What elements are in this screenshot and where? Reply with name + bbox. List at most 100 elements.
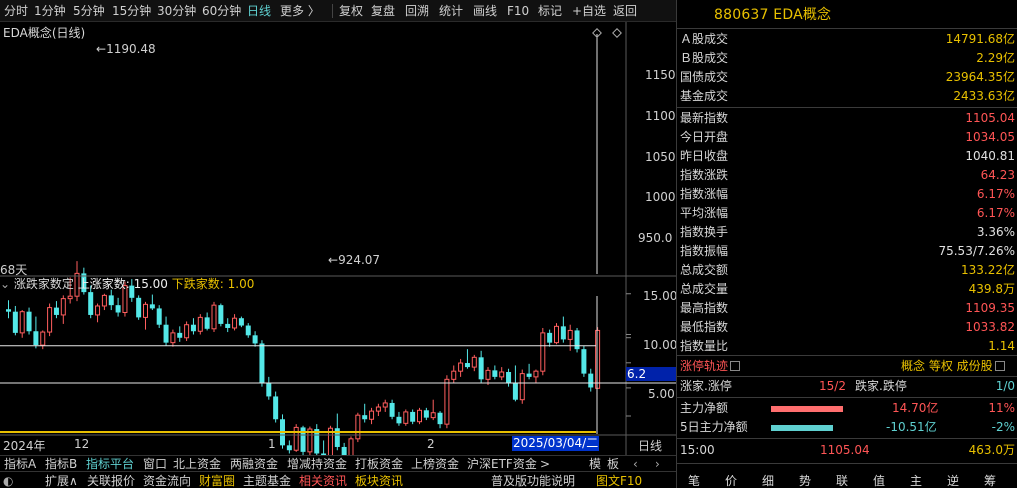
kline-chart[interactable]: [0, 22, 676, 455]
candle-body: [547, 332, 553, 343]
high-marker: ←1190.48: [96, 42, 156, 56]
candle-body: [53, 307, 59, 315]
candle-body: [506, 371, 512, 384]
x-label-feb: 2: [427, 437, 435, 451]
indicator-current-tag: 6.2: [626, 367, 676, 381]
candle-body: [519, 373, 525, 401]
y-tick-1100: 1100: [645, 109, 676, 123]
chevron-left-icon[interactable]: ‹: [633, 457, 638, 471]
tab-northbound[interactable]: 北上资金: [173, 457, 221, 471]
stat-label: 总成交额: [680, 263, 729, 277]
toolbar-daily[interactable]: 日线: [247, 3, 271, 19]
candle-body: [60, 298, 66, 316]
tab-wealth-circle[interactable]: 财富圈: [199, 474, 235, 488]
candle-body: [95, 305, 101, 316]
toolbar-add-watchlist[interactable]: +自选: [572, 3, 606, 19]
indicator-name[interactable]: 涨跌家数定: [14, 277, 74, 291]
candle-body: [12, 311, 18, 333]
candle-body: [348, 438, 354, 455]
updown-row: 涨家.涨停 15/2 跌家.跌停 1/0: [680, 377, 1016, 396]
btn-zhi[interactable]: 值: [862, 472, 896, 488]
btn-jia[interactable]: 价: [714, 472, 748, 488]
expand-icon[interactable]: [994, 361, 1005, 371]
btn-ni[interactable]: 逆: [936, 472, 970, 488]
chevron-right-icon[interactable]: ›: [655, 457, 660, 471]
tab-scroll-right[interactable]: >: [540, 457, 550, 471]
toolbar-stats[interactable]: 统计: [439, 3, 463, 19]
stat-row: 最高指数 1109.35: [680, 299, 1016, 318]
tab-billboard-funds[interactable]: 上榜资金: [411, 457, 459, 471]
toolbar-30min[interactable]: 30分钟: [157, 3, 196, 19]
stat-value: 75.53/7.26%: [938, 244, 1015, 258]
candle-body: [252, 335, 258, 344]
tab-limit-up-funds[interactable]: 打板资金: [355, 457, 403, 471]
toolbar-replay[interactable]: 复盘: [371, 3, 395, 19]
period-button[interactable]: 日线: [638, 437, 662, 454]
tab-template[interactable]: 模: [589, 457, 601, 471]
candle-body: [286, 445, 292, 451]
tab-sector-news[interactable]: 板块资讯: [355, 474, 403, 488]
tab-related-news[interactable]: 相关资讯: [299, 474, 347, 488]
y-tick-1150: 1150: [645, 68, 676, 82]
toolbar-backtrack[interactable]: 回溯: [405, 3, 429, 19]
zt-track-label[interactable]: 涨停轨迹: [680, 357, 741, 375]
toggle-icon[interactable]: ◐: [3, 474, 13, 488]
indicator-tabs: 指标A 指标B 指标平台 窗口 北上资金 两融资金 增减持资金 打板资金 上榜资…: [0, 455, 676, 471]
candle-body: [88, 292, 94, 315]
tab-indicator-b[interactable]: 指标B: [45, 457, 77, 471]
stat-label: 昨日收盘: [680, 149, 729, 163]
toolbar-mark[interactable]: 标记: [538, 3, 562, 19]
stat-row: 指数涨幅 6.17%: [680, 185, 1016, 204]
chevron-down-icon[interactable]: ⌄: [0, 277, 10, 291]
ind-tick-10: 10.00: [643, 338, 678, 352]
toolbar-back[interactable]: 返回: [613, 3, 637, 19]
tab-margin[interactable]: 两融资金: [230, 457, 278, 471]
btn-bi[interactable]: 笔: [677, 472, 711, 488]
toolbar-restore-rights[interactable]: 复权: [339, 3, 363, 19]
toolbar-15min[interactable]: 15分钟: [112, 3, 151, 19]
stat-label: 最低指数: [680, 320, 729, 334]
tab-window[interactable]: 窗口: [143, 457, 167, 471]
high-marker-value: 1190.48: [106, 42, 156, 56]
candle-body: [492, 370, 498, 377]
btn-xi[interactable]: 细: [751, 472, 785, 488]
x-label-jan: 1: [268, 437, 276, 451]
tab-capital-flow[interactable]: 资金流向: [143, 474, 191, 488]
tab-indicator-platform[interactable]: 指标平台: [86, 457, 134, 471]
btn-zhu[interactable]: 主: [899, 472, 933, 488]
tab-theme-funds[interactable]: 主题基金: [243, 474, 291, 488]
toolbar-timeshare[interactable]: 分时: [4, 3, 28, 19]
toolbar-1min[interactable]: 1分钟: [34, 3, 66, 19]
last-trade-volume: 463.0万: [968, 443, 1015, 457]
stat-label: 指数振幅: [680, 244, 729, 258]
toolbar-60min[interactable]: 60分钟: [202, 3, 241, 19]
zt-links[interactable]: 概念 等权 成份股: [901, 357, 1005, 375]
candle-body: [149, 304, 155, 309]
toolbar-draw[interactable]: 画线: [473, 3, 497, 19]
candle-body: [225, 323, 231, 328]
btn-shi[interactable]: 势: [788, 472, 822, 488]
tab-holding-change[interactable]: 增减持资金: [287, 457, 347, 471]
candle-body: [533, 370, 539, 378]
tab-feature-guide[interactable]: 普及版功能说明: [491, 474, 575, 488]
candle-body: [266, 383, 272, 397]
stat-label: 指数涨幅: [680, 187, 729, 201]
5day-flow-value: -10.51亿: [886, 420, 937, 434]
stat-value: 133.22亿: [961, 263, 1015, 277]
toolbar-5min[interactable]: 5分钟: [73, 3, 105, 19]
tab-related-quotes[interactable]: 关联报价: [87, 474, 135, 488]
toolbar-f10[interactable]: F10: [507, 3, 529, 19]
expand-icon[interactable]: [730, 361, 741, 371]
indicator-header: ⌄ 涨跌家数定 上涨家数: 15.00 下跌家数: 1.00: [0, 277, 626, 292]
tab-board[interactable]: 板: [607, 457, 619, 471]
tab-expand[interactable]: 扩展∧: [45, 474, 78, 488]
toolbar-more[interactable]: 更多 〉: [280, 3, 320, 19]
5day-flow-label: 5日主力净额: [680, 420, 748, 434]
btn-chou[interactable]: 筹: [973, 472, 1007, 488]
tab-f10-graphic[interactable]: 图文F10: [596, 474, 642, 488]
stat-row: 指数涨跌 64.23: [680, 166, 1016, 185]
btn-lian[interactable]: 联: [825, 472, 859, 488]
tab-indicator-a[interactable]: 指标A: [4, 457, 36, 471]
low-marker: ←924.07: [328, 253, 381, 267]
tab-etf-funds[interactable]: 沪深ETF资金: [467, 457, 537, 471]
